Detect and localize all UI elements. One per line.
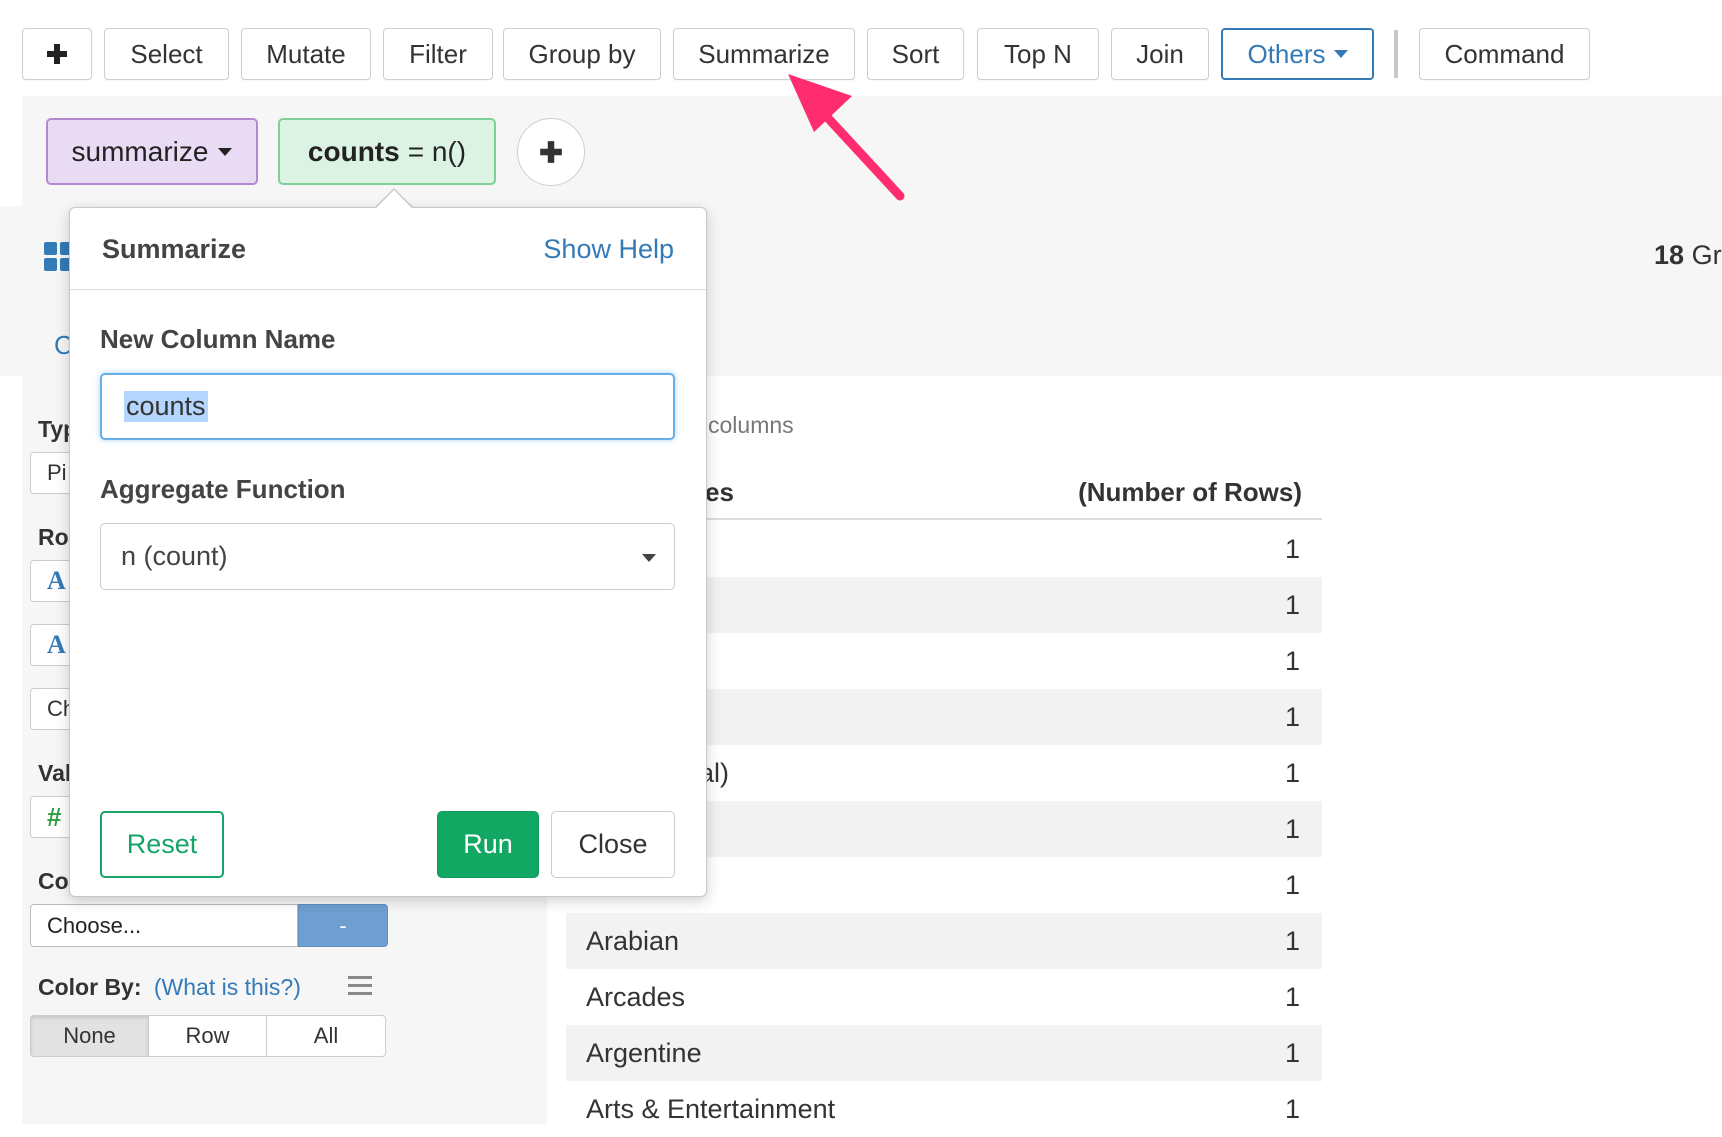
pointer-arrow-icon: [788, 74, 905, 201]
row-count: 1: [1284, 1037, 1300, 1068]
summarize-step-label: summarize: [71, 135, 209, 167]
color-by-row-option[interactable]: Row: [148, 1015, 267, 1057]
table-row: Arcades 1: [566, 969, 1322, 1025]
row-category: Arcades: [586, 981, 686, 1012]
add-aggregation-button[interactable]: [517, 118, 585, 186]
row-count: 1: [1284, 533, 1300, 564]
select-button[interactable]: Select: [104, 28, 229, 80]
filter-button[interactable]: Filter: [383, 28, 493, 80]
join-button[interactable]: Join: [1111, 28, 1209, 80]
menu-icon[interactable]: [348, 976, 372, 996]
row-category: Arts & Entertainment: [586, 1093, 836, 1124]
popover-title: Summarize: [102, 234, 247, 264]
table-row: Argentine 1: [566, 1025, 1322, 1081]
table-header-category: es: [705, 477, 734, 507]
reset-button[interactable]: Reset: [100, 811, 224, 878]
mutate-button[interactable]: Mutate: [241, 28, 371, 80]
row-count: 1: [1284, 757, 1300, 788]
values-label: Val: [38, 760, 72, 786]
row-count: 1: [1284, 925, 1300, 956]
color-by-label: Color By:: [38, 974, 142, 1000]
new-column-label: New Column Name: [100, 324, 336, 354]
aggregate-function-value: n (count): [121, 541, 228, 571]
summarize-step-chip[interactable]: summarize: [46, 118, 258, 185]
summarize-popover: Summarize Show Help New Column Name coun…: [69, 207, 707, 897]
groups-number: 18: [1654, 240, 1685, 270]
top-n-button[interactable]: Top N: [977, 28, 1099, 80]
new-column-input[interactable]: counts: [100, 373, 675, 440]
row-count: 1: [1284, 981, 1300, 1012]
close-button[interactable]: Close: [551, 811, 675, 878]
row-count: 1: [1284, 1093, 1300, 1124]
table-header-count: (Number of Rows): [1078, 477, 1302, 507]
color-by-row: Color By: (What is this?): [38, 974, 301, 1001]
row-count: 1: [1284, 869, 1300, 900]
counts-expression: = n(): [407, 135, 467, 167]
color-by-none[interactable]: None: [30, 1015, 149, 1057]
aggregate-function-label: Aggregate Function: [100, 474, 346, 504]
rows-label: Ro: [38, 524, 69, 550]
table-row: Arabian 1: [566, 913, 1322, 969]
popover-divider: [70, 289, 706, 290]
others-dropdown[interactable]: Others: [1221, 28, 1374, 80]
color-label: Co: [38, 868, 69, 894]
counts-step-chip[interactable]: counts = n(): [278, 118, 496, 185]
group-by-button[interactable]: Group by: [503, 28, 661, 80]
others-label: Others: [1247, 38, 1326, 69]
groups-suffix: Gr: [1691, 240, 1722, 270]
chevron-down-icon: [1333, 50, 1348, 58]
row-category: Arabian: [586, 925, 680, 956]
remove-color-button[interactable]: -: [298, 904, 388, 947]
columns-count-text: columns: [708, 412, 794, 438]
table-row: Arts & Entertainment 1: [566, 1081, 1322, 1137]
row-count: 1: [1284, 813, 1300, 844]
new-column-value: counts: [124, 391, 208, 422]
toolbar-divider: [1394, 30, 1398, 78]
command-button[interactable]: Command: [1419, 28, 1590, 80]
color-by-all[interactable]: All: [266, 1015, 386, 1057]
what-is-this-link[interactable]: (What is this?): [154, 974, 301, 1000]
plus-icon: [540, 141, 562, 163]
row-count: 1: [1284, 645, 1300, 676]
aggregate-function-select[interactable]: n (count): [100, 523, 675, 590]
show-help-link[interactable]: Show Help: [543, 234, 674, 265]
chevron-down-icon: [218, 147, 233, 156]
counts-column-name: counts: [307, 135, 400, 167]
groups-count: 18 Gr: [1654, 240, 1722, 271]
plus-icon: [47, 44, 67, 64]
color-column-select[interactable]: Choose...: [30, 904, 298, 947]
run-button[interactable]: Run: [437, 811, 539, 878]
add-step-button[interactable]: [22, 28, 92, 80]
row-count: 1: [1284, 701, 1300, 732]
row-count: 1: [1284, 589, 1300, 620]
row-category: Argentine: [586, 1037, 702, 1068]
chevron-down-icon: [642, 554, 656, 562]
popover-arrow-fill: [375, 190, 413, 209]
